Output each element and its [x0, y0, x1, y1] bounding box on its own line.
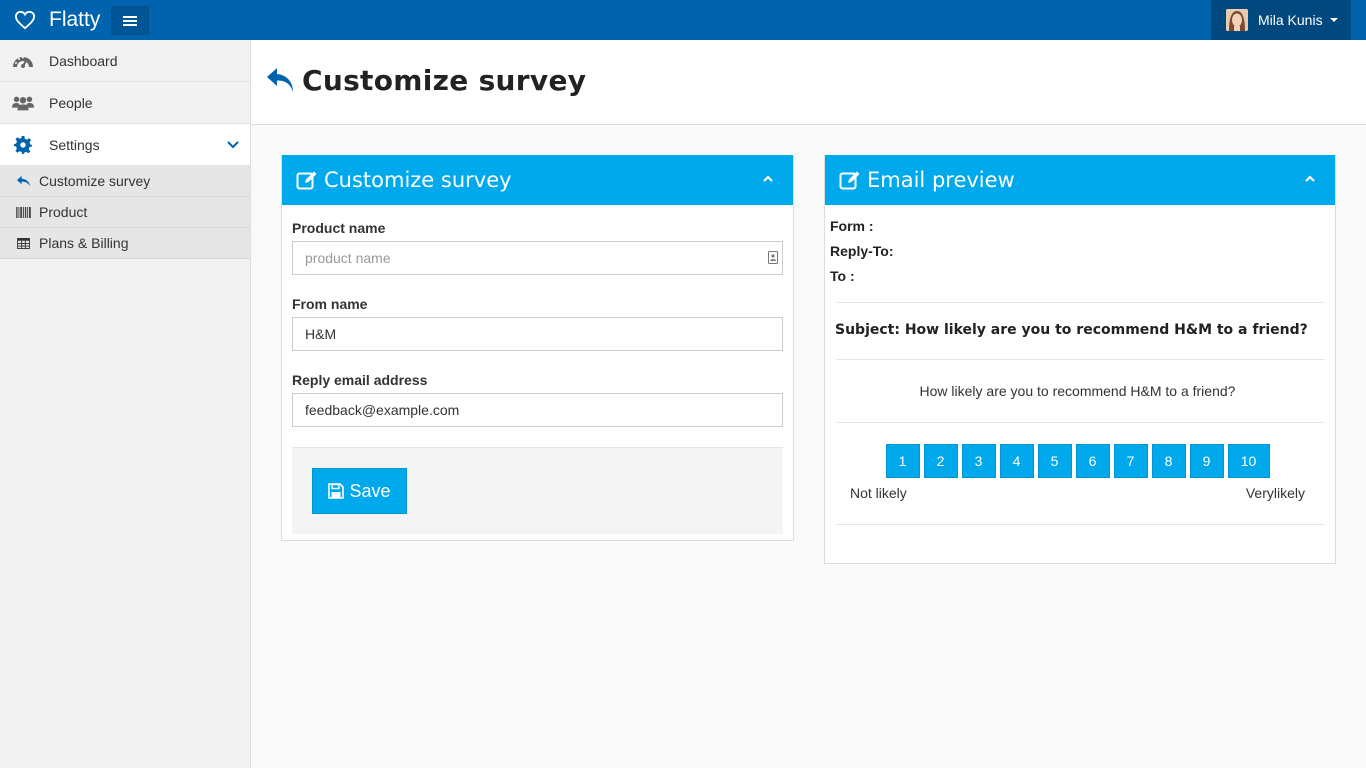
- panel-title: Customize survey: [324, 168, 512, 192]
- survey-form: Product name From name Reply email addre…: [282, 205, 793, 534]
- score-button-2[interactable]: 2: [923, 444, 958, 478]
- reply-icon[interactable]: [265, 66, 295, 94]
- reply-email-label: Reply email address: [292, 372, 428, 388]
- sidebar-item-settings[interactable]: Settings: [0, 124, 250, 166]
- email-preview-panel: Email preview Form : Reply-To: To : Subj…: [824, 155, 1336, 564]
- gear-icon: [12, 134, 34, 156]
- to-line: To :: [830, 268, 855, 284]
- product-name-input[interactable]: [292, 241, 783, 275]
- email-subject: Subject: How likely are you to recommend…: [835, 322, 1308, 338]
- chevron-up-icon[interactable]: [761, 172, 775, 186]
- avatar: [1226, 9, 1248, 31]
- reply-to-line: Reply-To:: [830, 243, 894, 259]
- sidebar-item-product[interactable]: Product: [0, 197, 250, 228]
- from-name-label: From name: [292, 296, 368, 312]
- floppy-disk-icon: [328, 483, 345, 499]
- panel-header: Email preview: [825, 155, 1335, 205]
- panel-header: Customize survey: [282, 155, 793, 205]
- score-button-1[interactable]: 1: [885, 444, 920, 478]
- email-preview-body: Form : Reply-To: To : Subject: How likel…: [825, 205, 1335, 525]
- contact-card-icon[interactable]: [768, 251, 778, 264]
- sidebar-item-people[interactable]: People: [0, 82, 250, 124]
- sidebar-item-label: Settings: [49, 136, 100, 153]
- sidebar: Dashboard People Settings Customize surv…: [0, 40, 251, 768]
- score-button-8[interactable]: 8: [1151, 444, 1186, 478]
- save-button[interactable]: Save: [312, 468, 407, 514]
- sidebar-item-label: Plans & Billing: [39, 235, 129, 251]
- product-name-label: Product name: [292, 220, 386, 236]
- score-button-3[interactable]: 3: [961, 444, 996, 478]
- brand-link[interactable]: Flatty: [14, 0, 100, 40]
- score-button-5[interactable]: 5: [1037, 444, 1072, 478]
- reply-email-input[interactable]: [292, 393, 783, 427]
- menu-icon: [123, 15, 137, 26]
- sidebar-item-label: Customize survey: [39, 173, 151, 189]
- survey-question: How likely are you to recommend H&M to a…: [919, 383, 1236, 399]
- chevron-up-icon[interactable]: [1303, 172, 1317, 186]
- dashboard-icon: [12, 50, 34, 72]
- chevron-down-icon: [227, 141, 239, 149]
- edit-icon: [296, 171, 317, 190]
- score-button-10[interactable]: 10: [1227, 444, 1270, 478]
- score-button-7[interactable]: 7: [1113, 444, 1148, 478]
- score-scale: 1 2 3 4 5 6 7 8 9 10: [830, 423, 1325, 478]
- heart-icon: [14, 10, 36, 30]
- product-name-wrap: [292, 239, 783, 293]
- user-menu-dropdown[interactable]: Mila Kunis: [1211, 0, 1351, 40]
- sidebar-item-dashboard[interactable]: Dashboard: [0, 40, 250, 82]
- form-line: Form :: [830, 218, 874, 234]
- sidebar-item-label: People: [49, 94, 93, 111]
- scale-labels: Not likely Verylikely: [830, 478, 1325, 524]
- caret-down-icon: [1329, 18, 1338, 22]
- from-name-input[interactable]: [292, 317, 783, 351]
- edit-icon: [839, 171, 860, 190]
- score-button-4[interactable]: 4: [999, 444, 1034, 478]
- save-button-label: Save: [349, 480, 391, 501]
- barcode-icon: [15, 205, 31, 219]
- table-icon: [15, 236, 31, 250]
- reply-icon: [15, 174, 31, 188]
- top-navbar: Flatty Mila Kunis: [0, 0, 1366, 40]
- score-button-6[interactable]: 6: [1075, 444, 1110, 478]
- people-icon: [12, 92, 34, 114]
- not-likely-label: Not likely: [850, 485, 907, 501]
- sidebar-item-label: Product: [39, 204, 88, 220]
- brand-name: Flatty: [49, 8, 101, 31]
- sidebar-item-label: Dashboard: [49, 52, 118, 69]
- divider: [836, 524, 1325, 525]
- score-button-9[interactable]: 9: [1189, 444, 1224, 478]
- form-actions: Save: [292, 447, 783, 534]
- sidebar-item-plans-billing[interactable]: Plans & Billing: [0, 228, 250, 259]
- user-name: Mila Kunis: [1258, 12, 1323, 28]
- page-title: Customize survey: [302, 64, 587, 97]
- sidebar-toggle-button[interactable]: [111, 6, 149, 35]
- panel-title: Email preview: [867, 168, 1015, 192]
- customize-survey-panel: Customize survey Product name From name …: [281, 155, 794, 541]
- very-likely-label: Verylikely: [1245, 485, 1305, 501]
- sidebar-item-customize-survey[interactable]: Customize survey: [0, 166, 250, 197]
- page-header: Customize survey: [251, 40, 1366, 125]
